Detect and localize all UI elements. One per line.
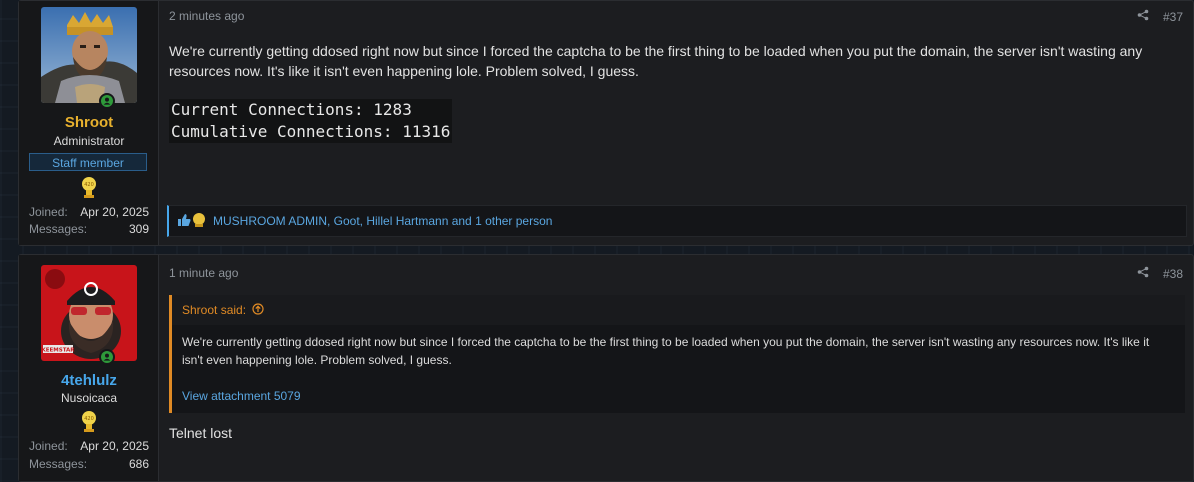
stat-label: Messages: [29,222,88,236]
post-content: 1 minute ago #38 Shroot said: We're curr… [159,255,1193,481]
reaction-users-link[interactable]: MUSHROOM ADMIN, Goot, Hillel Hartmann an… [213,214,552,228]
post-number[interactable]: #38 [1163,267,1183,281]
staff-badge: Staff member [29,153,147,171]
share-icon[interactable] [1137,9,1149,24]
user-info: KEEMSTAR 4tehlulz Nusoicaca 420 Joined: … [19,255,159,481]
trophy-icon[interactable]: 420 [79,176,99,198]
code-line: Current Connections: 1283 [171,100,412,119]
username[interactable]: 4tehlulz [19,372,159,389]
user-info: Shroot Administrator Staff member 420 Jo… [19,1,159,245]
stat-label: Messages: [29,457,88,471]
attachment-link[interactable]: View attachment 5079 [182,389,301,403]
stat-value: Apr 20, 2025 [80,205,149,219]
post-content: 2 minutes ago #37 We're currently gettin… [159,1,1193,245]
trophy-icon[interactable]: 420 [79,410,99,432]
user-title: Nusoicaca [60,391,118,405]
avatar[interactable] [41,7,137,103]
post-38: KEEMSTAR 4tehlulz Nusoicaca 420 Joined: … [18,254,1194,482]
post-actions: #38 [1137,266,1183,281]
post-date[interactable]: 2 minutes ago [169,9,244,23]
avatar[interactable]: KEEMSTAR [41,265,137,361]
stat-value: 309 [128,222,149,236]
code-block: Current Connections: 1283 Cumulative Con… [169,99,453,143]
share-icon[interactable] [1137,266,1149,281]
messages-stat: Messages: 309 [29,222,149,236]
svg-text:420: 420 [84,182,94,188]
avatar-badge-text: KEEMSTAR [41,348,75,354]
svg-text:420: 420 [84,416,94,422]
code-line: Cumulative Connections: 11316 [171,122,451,141]
quote-author[interactable]: Shroot said: [182,303,246,317]
online-status-icon [99,349,115,365]
quote-block: Shroot said: We're currently getting ddo… [169,295,1185,413]
joined-stat: Joined: Apr 20, 2025 [29,205,149,219]
joined-stat: Joined: Apr 20, 2025 [29,439,149,453]
arrow-up-circle-icon[interactable] [252,302,264,318]
stat-label: Joined: [29,205,68,219]
stat-label: Joined: [29,439,68,453]
stat-value: Apr 20, 2025 [80,439,149,453]
reactions-bar[interactable]: MUSHROOM ADMIN, Goot, Hillel Hartmann an… [167,205,1187,237]
post-number[interactable]: #37 [1163,10,1183,24]
online-status-icon [99,93,115,109]
user-title: Administrator [53,134,125,148]
username[interactable]: Shroot [19,114,159,131]
messages-stat: Messages: 686 [29,457,149,471]
post-37: Shroot Administrator Staff member 420 Jo… [18,0,1194,246]
like-icon [177,213,191,230]
quote-text: We're currently getting ddosed right now… [182,335,1150,367]
post-message: We're currently getting ddosed right now… [169,43,1143,79]
quote-header[interactable]: Shroot said: [172,295,1185,325]
post-actions: #37 [1137,9,1183,24]
post-date[interactable]: 1 minute ago [169,266,238,280]
stat-value: 686 [128,457,149,471]
reaction-emoji-icon [191,212,207,231]
post-message: Telnet lost [169,425,233,441]
